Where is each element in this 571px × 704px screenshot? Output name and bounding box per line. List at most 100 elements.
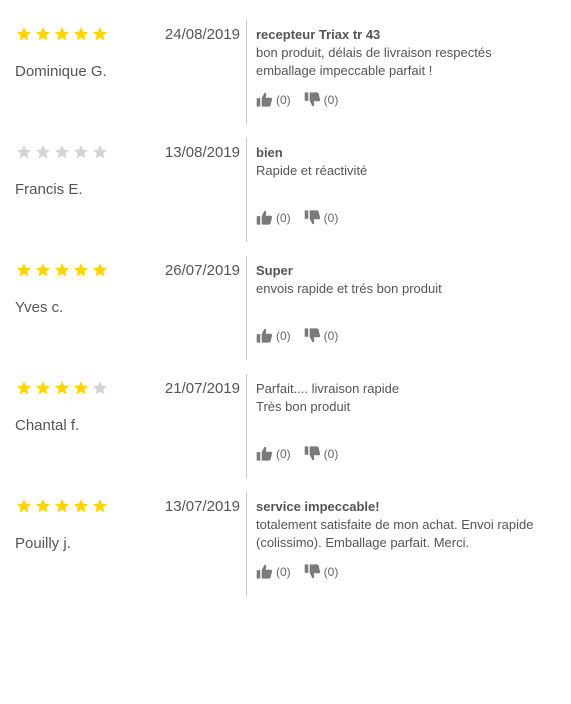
review-item: Pouilly j. 13/07/2019 service impeccable… xyxy=(0,472,571,596)
star-filled-icon xyxy=(92,498,108,514)
downvote-count: (0) xyxy=(323,328,339,343)
star-rating xyxy=(16,498,108,514)
review-author: Chantal f. xyxy=(15,417,80,434)
upvote-count: (0) xyxy=(276,328,291,343)
star-filled-icon xyxy=(54,26,70,42)
downvote-count: (0) xyxy=(323,446,339,461)
review-content: bien Rapide et réactivité xyxy=(256,144,561,180)
downvote-count: (0) xyxy=(323,210,339,225)
divider xyxy=(246,20,247,124)
star-filled-icon xyxy=(16,380,32,396)
helpful-button[interactable]: (0) xyxy=(256,327,291,344)
divider xyxy=(246,374,247,478)
thumbs-up-icon xyxy=(256,445,273,462)
review-text: Parfait.... livraison rapide Très bon pr… xyxy=(256,381,400,414)
review-date: 26/07/2019 xyxy=(164,262,240,279)
star-rating xyxy=(16,380,108,396)
divider xyxy=(246,138,247,242)
review-item: Yves c. 26/07/2019 Super envois rapide e… xyxy=(0,236,571,360)
helpful-button[interactable]: (0) xyxy=(256,91,291,108)
review-content: recepteur Triax tr 43 bon produit, délai… xyxy=(256,26,561,80)
thumbs-up-icon xyxy=(256,327,273,344)
thumbs-down-icon xyxy=(304,445,321,462)
review-text: bon produit, délais de livraison respect… xyxy=(256,45,492,78)
downvote-count: (0) xyxy=(323,564,339,579)
star-rating xyxy=(16,144,108,160)
upvote-count: (0) xyxy=(276,446,291,461)
helpful-button[interactable]: (0) xyxy=(256,209,291,226)
reviews-list: Dominique G. 24/08/2019 recepteur Triax … xyxy=(0,0,571,596)
star-filled-icon xyxy=(35,26,51,42)
review-title: Super xyxy=(256,263,293,278)
helpful-button[interactable]: (0) xyxy=(256,445,291,462)
review-date: 13/07/2019 xyxy=(164,498,240,515)
review-text: Rapide et réactivité xyxy=(256,163,368,178)
review-author: Dominique G. xyxy=(15,63,107,80)
not-helpful-button[interactable]: (0) xyxy=(304,445,339,462)
star-rating xyxy=(16,26,108,42)
review-item: Dominique G. 24/08/2019 recepteur Triax … xyxy=(0,0,571,124)
upvote-count: (0) xyxy=(276,92,291,107)
star-rating xyxy=(16,262,108,278)
star-filled-icon xyxy=(16,26,32,42)
review-content: service impeccable! totalement satisfait… xyxy=(256,498,561,552)
review-text: envois rapide et trés bon produit xyxy=(256,281,442,296)
star-filled-icon xyxy=(92,262,108,278)
star-empty-icon xyxy=(92,380,108,396)
review-title: recepteur Triax tr 43 xyxy=(256,27,381,42)
review-title: service impeccable! xyxy=(256,499,380,514)
star-empty-icon xyxy=(16,144,32,160)
review-votes: (0) (0) xyxy=(256,563,338,580)
star-filled-icon xyxy=(35,498,51,514)
review-author: Francis E. xyxy=(15,181,83,198)
star-filled-icon xyxy=(35,262,51,278)
thumbs-down-icon xyxy=(304,563,321,580)
thumbs-up-icon xyxy=(256,563,273,580)
review-content: Super envois rapide et trés bon produit xyxy=(256,262,561,298)
not-helpful-button[interactable]: (0) xyxy=(304,563,339,580)
not-helpful-button[interactable]: (0) xyxy=(304,209,339,226)
review-votes: (0) (0) xyxy=(256,91,338,108)
thumbs-up-icon xyxy=(256,91,273,108)
star-filled-icon xyxy=(35,380,51,396)
upvote-count: (0) xyxy=(276,210,291,225)
star-filled-icon xyxy=(73,380,89,396)
thumbs-down-icon xyxy=(304,327,321,344)
star-empty-icon xyxy=(73,144,89,160)
helpful-button[interactable]: (0) xyxy=(256,563,291,580)
review-votes: (0) (0) xyxy=(256,327,338,344)
not-helpful-button[interactable]: (0) xyxy=(304,327,339,344)
star-filled-icon xyxy=(73,26,89,42)
divider xyxy=(246,492,247,596)
thumbs-up-icon xyxy=(256,209,273,226)
star-filled-icon xyxy=(16,498,32,514)
review-date: 24/08/2019 xyxy=(164,26,240,43)
review-item: Chantal f. 21/07/2019 Parfait.... livrai… xyxy=(0,354,571,478)
star-empty-icon xyxy=(54,144,70,160)
star-filled-icon xyxy=(16,262,32,278)
star-empty-icon xyxy=(35,144,51,160)
review-content: Parfait.... livraison rapide Très bon pr… xyxy=(256,380,561,416)
thumbs-down-icon xyxy=(304,209,321,226)
star-filled-icon xyxy=(54,380,70,396)
thumbs-down-icon xyxy=(304,91,321,108)
not-helpful-button[interactable]: (0) xyxy=(304,91,339,108)
star-filled-icon xyxy=(73,262,89,278)
review-item: Francis E. 13/08/2019 bien Rapide et réa… xyxy=(0,118,571,242)
review-author: Pouilly j. xyxy=(15,535,71,552)
review-votes: (0) (0) xyxy=(256,209,338,226)
star-filled-icon xyxy=(54,498,70,514)
review-title: bien xyxy=(256,145,283,160)
star-filled-icon xyxy=(54,262,70,278)
review-date: 13/08/2019 xyxy=(164,144,240,161)
downvote-count: (0) xyxy=(323,92,339,107)
star-filled-icon xyxy=(73,498,89,514)
review-date: 21/07/2019 xyxy=(164,380,240,397)
divider xyxy=(246,256,247,360)
review-votes: (0) (0) xyxy=(256,445,338,462)
star-empty-icon xyxy=(92,144,108,160)
upvote-count: (0) xyxy=(276,564,291,579)
review-text: totalement satisfaite de mon achat. Envo… xyxy=(256,517,534,550)
star-filled-icon xyxy=(92,26,108,42)
review-author: Yves c. xyxy=(15,299,64,316)
